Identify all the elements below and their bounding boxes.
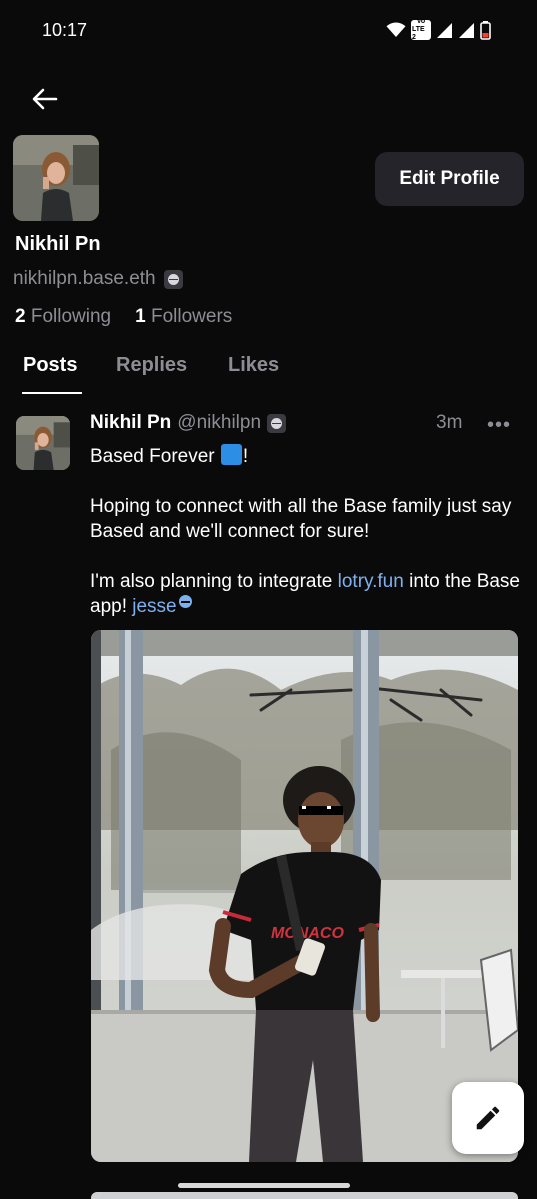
base-verified-icon <box>163 269 183 289</box>
base-verified-icon <box>178 595 192 608</box>
status-time: 10:17 <box>42 20 88 40</box>
status-icons: Vo LTE 2 <box>386 18 491 41</box>
signal-icon <box>437 22 452 38</box>
following-label: Following <box>30 306 112 327</box>
profile-handle-text: nikhilpn.base.eth <box>13 268 156 289</box>
arrow-left-icon <box>32 88 58 110</box>
pencil-icon <box>476 1106 500 1130</box>
avatar-photo <box>16 416 70 470</box>
status-bar: 10:17 Vo LTE 2 <box>0 0 537 62</box>
post-timestamp: 3m <box>436 412 463 433</box>
tab-posts[interactable]: Posts <box>23 354 77 377</box>
edit-profile-button[interactable]: Edit Profile <box>375 152 524 206</box>
base-verified-icon <box>267 413 287 433</box>
post-header: Nikhil Pn @nikhilpn <box>90 412 287 434</box>
post-line-1: Based Forever ! <box>90 444 249 467</box>
signal-icon <box>459 22 474 38</box>
profile-tabs: Posts Replies Likes <box>0 350 537 396</box>
post-author-name[interactable]: Nikhil Pn <box>90 412 171 434</box>
battery-icon <box>480 20 491 40</box>
following-link[interactable]: 2 Following <box>15 306 111 328</box>
wifi-icon <box>386 22 406 37</box>
post-body: Based Forever ! Hoping to connect with a… <box>90 444 520 644</box>
profile-avatar[interactable] <box>13 135 99 221</box>
next-post-image-peek <box>91 1192 518 1199</box>
home-indicator[interactable] <box>178 1183 350 1188</box>
tab-replies[interactable]: Replies <box>116 354 187 377</box>
post-more-options-icon[interactable]: ••• <box>487 414 511 437</box>
followers-label: Followers <box>150 306 233 327</box>
active-tab-indicator <box>22 392 82 394</box>
tab-likes[interactable]: Likes <box>228 354 279 377</box>
followers-count: 1 <box>135 306 146 327</box>
volte-icon: Vo LTE 2 <box>411 18 431 41</box>
post-author-handle[interactable]: @nikhilpn <box>177 412 261 434</box>
post-link[interactable]: lotry.fun <box>338 571 404 592</box>
followers-link[interactable]: 1 Followers <box>135 306 232 328</box>
post-image[interactable]: MONACO <box>91 630 518 1162</box>
back-button[interactable] <box>28 84 62 114</box>
post-author-avatar[interactable] <box>16 416 70 470</box>
blue-square-emoji-icon <box>220 444 242 465</box>
profile-name: Nikhil Pn <box>15 233 101 255</box>
following-count: 2 <box>15 306 26 327</box>
avatar-photo <box>13 135 99 221</box>
post-paragraph-2: Hoping to connect with all the Base fami… <box>90 496 512 542</box>
post-mention[interactable]: jesse <box>132 596 176 617</box>
follow-stats: 2 Following 1 Followers <box>15 306 232 328</box>
profile-handle: nikhilpn.base.eth <box>13 268 183 290</box>
compose-button[interactable] <box>452 1082 524 1154</box>
post-photo: MONACO <box>91 630 518 1162</box>
post-paragraph-3: I'm also planning to integrate lotry.fun… <box>90 571 521 617</box>
